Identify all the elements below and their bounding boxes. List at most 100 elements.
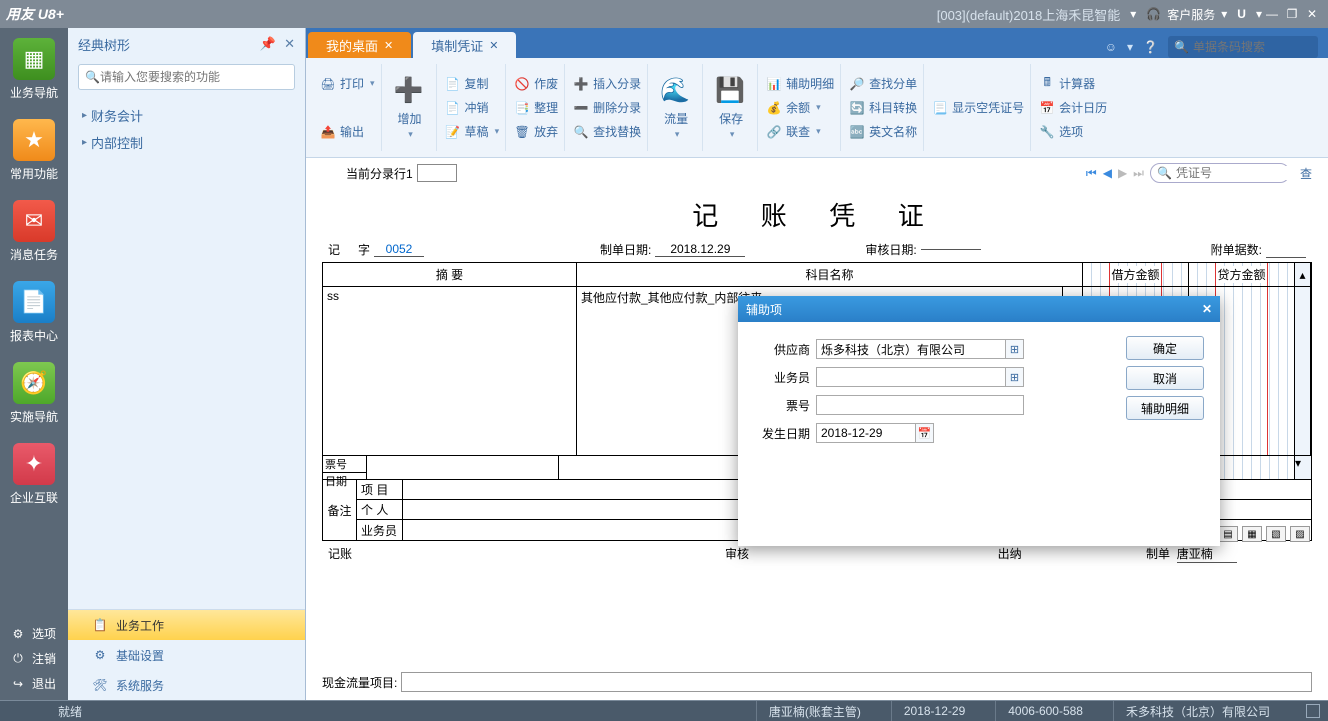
insert-line-button[interactable]: ➕插入分录	[573, 74, 641, 94]
tree-search-input[interactable]	[100, 70, 288, 84]
tree-node-finance[interactable]: ▸财务会计	[68, 102, 305, 129]
link-query-button[interactable]: 🔗联查	[766, 122, 834, 142]
tab-close-icon[interactable]: ✕	[489, 39, 498, 52]
acc-convert-button[interactable]: 🔄科目转换	[849, 98, 917, 118]
view-icon-4[interactable]: ▨	[1290, 526, 1310, 542]
view-icon-3[interactable]: ▧	[1266, 526, 1286, 542]
convert-icon: 🔄	[849, 100, 865, 116]
agent-lookup-icon[interactable]: ⊞	[1006, 367, 1024, 387]
service-dropdown-icon[interactable]: ▾	[1221, 7, 1227, 21]
nav-prev-icon[interactable]: ◀	[1103, 166, 1112, 180]
void-button[interactable]: 🚫作废	[514, 74, 558, 94]
flow-button[interactable]: 🌊流量	[656, 72, 696, 144]
ticket-input[interactable]	[816, 395, 1024, 415]
aux-detail-button[interactable]: 📊辅助明细	[766, 74, 834, 94]
customer-service-link[interactable]: 客户服务	[1167, 6, 1215, 23]
copy-button[interactable]: 📄复制	[445, 74, 500, 94]
scrollbar[interactable]	[1295, 287, 1311, 455]
options-button[interactable]: 🔧选项	[1039, 122, 1107, 142]
calculator-button[interactable]: 🖩计算器	[1039, 74, 1107, 94]
abandon-button[interactable]: 🗑放弃	[514, 122, 558, 142]
current-row-input[interactable]	[417, 164, 457, 182]
view-icon-2[interactable]: ▦	[1242, 526, 1262, 542]
rail-item-impl[interactable]: 🧭实施导航	[6, 362, 62, 425]
tree-tab-basic[interactable]: ⚙基础设置	[68, 640, 305, 670]
draft-button[interactable]: 📝草稿	[445, 122, 500, 142]
cell-summary[interactable]: ss	[323, 287, 577, 455]
eng-name-button[interactable]: 🔤英文名称	[849, 122, 917, 142]
output-button[interactable]: 📤输出	[320, 122, 375, 142]
supplier-input[interactable]	[816, 339, 1006, 359]
acc-calendar-button[interactable]: 📅会计日历	[1039, 98, 1107, 118]
draft-icon: 📝	[445, 124, 461, 140]
nav-last-icon[interactable]: ⏭	[1133, 166, 1144, 181]
view-icon-1[interactable]: ▤	[1218, 526, 1238, 542]
rail-options[interactable]: ⚙选项	[0, 621, 68, 646]
aux-detail-button[interactable]: 辅助明细	[1126, 396, 1204, 420]
ok-button[interactable]: 确定	[1126, 336, 1204, 360]
agent-input[interactable]	[816, 367, 1006, 387]
tree-close-icon[interactable]: ✕	[284, 36, 295, 52]
date-picker-icon[interactable]: 📅	[916, 423, 934, 443]
help-icon[interactable]: ❔	[1143, 40, 1158, 54]
dialog-close-icon[interactable]: ✕	[1202, 302, 1212, 316]
balance-icon: 💰	[766, 100, 782, 116]
rail-item-biznav[interactable]: ▦业务导航	[6, 38, 62, 101]
smile-dropdown-icon[interactable]: ▾	[1127, 40, 1133, 54]
rail-item-common[interactable]: ★常用功能	[6, 119, 62, 182]
cashflow-input[interactable]	[401, 672, 1312, 692]
rail-exit[interactable]: ↪退出	[0, 671, 68, 696]
make-date-field[interactable]: 2018.12.29	[655, 242, 745, 257]
scroll-down-icon[interactable]: ▾	[1295, 456, 1311, 479]
tree-title: 经典树形	[78, 35, 130, 54]
attach-count-input[interactable]	[1266, 242, 1306, 258]
tab-voucher[interactable]: 填制凭证✕	[413, 32, 516, 58]
scroll-up-icon[interactable]: ▴	[1295, 263, 1311, 286]
tidy-button[interactable]: 📑整理	[514, 98, 558, 118]
smile-icon[interactable]: ☺	[1105, 40, 1117, 54]
delete-line-button[interactable]: ➖删除分录	[573, 98, 641, 118]
report-icon: 📄	[13, 281, 55, 323]
nav-first-icon[interactable]: ⏮	[1086, 166, 1097, 181]
barcode-search-input[interactable]	[1193, 40, 1328, 54]
find-replace-button[interactable]: 🔍查找替换	[573, 122, 641, 142]
rail-item-ent[interactable]: ✦企业互联	[6, 443, 62, 506]
occur-date-input[interactable]	[816, 423, 916, 443]
cancel-button[interactable]: 取消	[1126, 366, 1204, 390]
print-button[interactable]: 🖨打印	[320, 74, 375, 94]
query-button[interactable]: 查	[1300, 165, 1312, 182]
save-button[interactable]: 💾保存	[711, 72, 751, 144]
rail-logout[interactable]: ⏻注销	[0, 646, 68, 671]
th-credit: 贷方金额	[1189, 263, 1295, 286]
balance-button[interactable]: 💰余额	[766, 98, 834, 118]
audit-date-field[interactable]	[921, 249, 981, 250]
lang-icon: 🔤	[849, 124, 865, 140]
tree-tab-bizwork[interactable]: 📋业务工作	[68, 610, 305, 640]
tree-search[interactable]: 🔍	[78, 64, 295, 90]
minimize-button[interactable]: —	[1262, 7, 1282, 21]
reverse-icon: 📄	[445, 100, 461, 116]
tree-tab-system[interactable]: 🛠系统服务	[68, 670, 305, 700]
reverse-button[interactable]: 📄冲销	[445, 98, 500, 118]
foot-book: 记账	[328, 545, 601, 563]
tree-node-internal[interactable]: ▸内部控制	[68, 129, 305, 156]
nav-next-icon[interactable]: ▶	[1118, 166, 1127, 180]
find-entry-button[interactable]: 🔎查找分单	[849, 74, 917, 94]
close-button[interactable]: ✕	[1302, 7, 1322, 21]
voucher-title: 记 账 凭 证	[322, 192, 1312, 241]
star-icon: ★	[13, 119, 55, 161]
tree-panel: 经典树形 📌 ✕ 🔍 ▸财务会计 ▸内部控制 📋业务工作 ⚙基础设置 🛠系统服务	[68, 28, 306, 700]
rail-item-msg[interactable]: ✉消息任务	[6, 200, 62, 263]
pin-icon[interactable]: 📌	[260, 36, 276, 52]
maximize-button[interactable]: ❐	[1282, 7, 1302, 21]
u-menu[interactable]: U	[1237, 7, 1246, 21]
supplier-lookup-icon[interactable]: ⊞	[1006, 339, 1024, 359]
tenant-dropdown-icon[interactable]: ▾	[1130, 7, 1136, 21]
status-resize-icon[interactable]	[1306, 704, 1320, 718]
show-empty-button[interactable]: 📃显示空凭证号	[932, 98, 1024, 118]
tab-close-icon[interactable]: ✕	[384, 39, 393, 52]
barcode-search[interactable]: 🔍	[1168, 36, 1318, 58]
add-button[interactable]: ➕增加	[390, 72, 430, 144]
rail-item-report[interactable]: 📄报表中心	[6, 281, 62, 344]
tab-desktop[interactable]: 我的桌面✕	[308, 32, 411, 58]
